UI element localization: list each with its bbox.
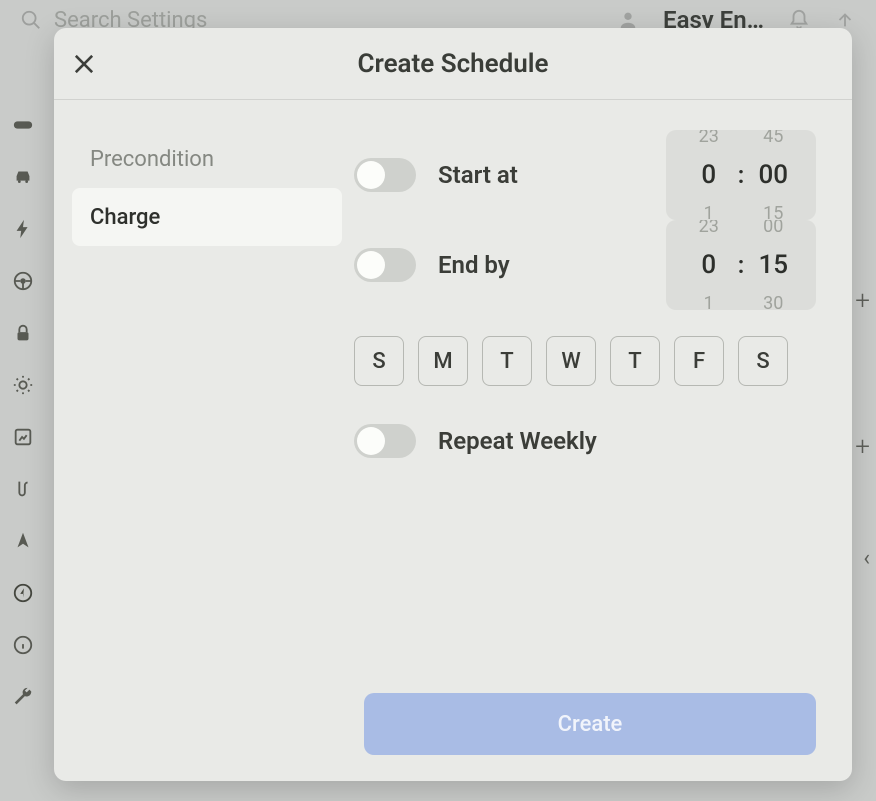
start-hour-value: 0 <box>684 160 734 190</box>
location-arrow-icon[interactable] <box>12 530 34 552</box>
start-at-row: Start at 23 0 1 : 45 00 15 <box>354 130 816 220</box>
end-by-time-picker[interactable]: 23 0 1 : 00 15 30 <box>666 220 816 310</box>
start-minute-next: 15 <box>748 203 798 220</box>
background-plus-icon: + <box>855 286 870 316</box>
search-icon <box>20 9 42 31</box>
day-tuesday[interactable]: T <box>482 336 532 386</box>
schedule-icon[interactable] <box>12 582 34 604</box>
start-minute-picker[interactable]: 45 00 15 <box>748 130 798 220</box>
brightness-icon[interactable] <box>12 374 34 396</box>
background-chevron-left-icon: ‹ <box>863 546 870 571</box>
car-icon[interactable] <box>12 166 34 188</box>
repeat-weekly-row: Repeat Weekly <box>354 424 816 458</box>
day-monday[interactable]: M <box>418 336 468 386</box>
start-minute-prev: 45 <box>748 130 798 147</box>
start-at-label: Start at <box>438 161 518 189</box>
tab-charge[interactable]: Charge <box>72 188 342 246</box>
end-hour-value: 0 <box>684 250 734 280</box>
day-thursday[interactable]: T <box>610 336 660 386</box>
end-hour-prev: 23 <box>684 220 734 237</box>
bolt-icon[interactable] <box>12 218 34 240</box>
modal-title: Create Schedule <box>54 49 852 79</box>
steering-wheel-icon[interactable] <box>12 270 34 292</box>
schedule-type-tabs: Precondition Charge <box>54 130 354 675</box>
tab-precondition[interactable]: Precondition <box>72 130 342 188</box>
schedule-form: Start at 23 0 1 : 45 00 15 <box>354 130 852 675</box>
end-minute-value: 15 <box>748 250 798 280</box>
day-sunday[interactable]: S <box>354 336 404 386</box>
modal-header: Create Schedule <box>54 28 852 100</box>
start-hour-picker[interactable]: 23 0 1 <box>684 130 734 220</box>
create-schedule-modal: Create Schedule Precondition Charge Star… <box>54 28 852 781</box>
days-of-week-selector: S M T W T F S <box>354 336 816 386</box>
repeat-weekly-toggle[interactable] <box>354 424 416 458</box>
background-plus-icon: + <box>855 432 870 462</box>
wrench-icon[interactable] <box>12 686 34 708</box>
end-by-row: End by 23 0 1 : 00 15 30 <box>354 220 816 310</box>
repeat-weekly-label: Repeat Weekly <box>438 427 597 455</box>
route-icon[interactable] <box>12 478 34 500</box>
modal-footer: Create <box>54 675 852 781</box>
start-minute-value: 00 <box>748 160 798 190</box>
settings-sidebar <box>0 100 46 801</box>
end-minute-prev: 00 <box>748 220 798 237</box>
start-at-time-picker[interactable]: 23 0 1 : 45 00 15 <box>666 130 816 220</box>
toggle-icon[interactable] <box>12 114 34 136</box>
end-by-label: End by <box>438 251 510 279</box>
end-hour-next: 1 <box>684 293 734 310</box>
end-minute-next: 30 <box>748 293 798 310</box>
end-by-toggle[interactable] <box>354 248 416 282</box>
day-saturday[interactable]: S <box>738 336 788 386</box>
start-hour-next: 1 <box>684 203 734 220</box>
day-friday[interactable]: F <box>674 336 724 386</box>
info-icon[interactable] <box>12 634 34 656</box>
create-button[interactable]: Create <box>364 693 816 755</box>
end-minute-picker[interactable]: 00 15 30 <box>748 220 798 310</box>
day-wednesday[interactable]: W <box>546 336 596 386</box>
start-at-toggle[interactable] <box>354 158 416 192</box>
start-hour-prev: 23 <box>684 130 734 147</box>
lock-icon[interactable] <box>12 322 34 344</box>
display-icon[interactable] <box>12 426 34 448</box>
time-separator: : <box>734 251 749 279</box>
time-separator: : <box>734 161 749 189</box>
end-hour-picker[interactable]: 23 0 1 <box>684 220 734 310</box>
